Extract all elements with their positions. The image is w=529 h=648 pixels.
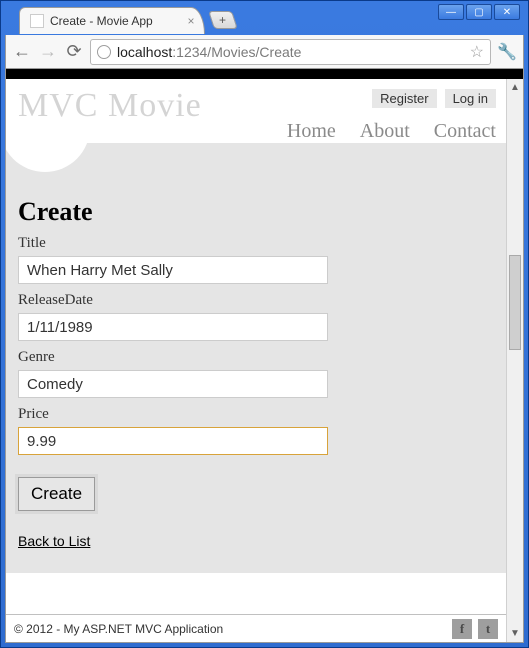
scroll-thumb[interactable] — [509, 255, 521, 350]
tab-title: Create - Movie App — [50, 14, 153, 28]
globe-icon — [97, 45, 111, 59]
create-button[interactable]: Create — [18, 477, 95, 511]
login-link[interactable]: Log in — [445, 89, 496, 108]
top-black-strip — [6, 69, 523, 79]
browser-toolbar: ← → ⟳ localhost:1234/Movies/Create ☆ 🔧 — [5, 35, 524, 69]
address-bar[interactable]: localhost:1234/Movies/Create ☆ — [90, 39, 491, 65]
scroll-down-icon[interactable]: ▼ — [507, 625, 523, 642]
label-price: Price — [18, 406, 494, 423]
input-title[interactable] — [18, 256, 328, 284]
label-genre: Genre — [18, 349, 494, 366]
tab-strip: Create - Movie App × + — [5, 7, 524, 35]
main-body: Create Title ReleaseDate Genre Price Cre… — [6, 143, 506, 573]
page-title: Create — [18, 197, 494, 227]
label-release: ReleaseDate — [18, 292, 494, 309]
auth-links: Register Log in — [372, 89, 496, 108]
back-icon[interactable]: ← — [12, 42, 32, 62]
register-link[interactable]: Register — [372, 89, 436, 108]
wrench-menu-icon[interactable]: 🔧 — [497, 42, 517, 62]
decorative-circle — [6, 117, 90, 172]
bookmark-star-icon[interactable]: ☆ — [470, 42, 484, 62]
nav-home[interactable]: Home — [287, 120, 336, 143]
forward-icon: → — [38, 42, 58, 62]
page-viewport: MVC Movie Register Log in Home About Con… — [5, 68, 524, 643]
social-icons: f t — [452, 619, 498, 639]
main-nav: Home About Contact — [287, 120, 496, 143]
browser-tab[interactable]: Create - Movie App × — [19, 7, 205, 34]
url-path: :1234/Movies/Create — [172, 44, 301, 60]
facebook-icon[interactable]: f — [452, 619, 472, 639]
back-to-list-link[interactable]: Back to List — [18, 533, 90, 549]
input-genre[interactable] — [18, 370, 328, 398]
page-content: MVC Movie Register Log in Home About Con… — [6, 79, 506, 642]
input-price[interactable] — [18, 427, 328, 455]
reload-icon[interactable]: ⟳ — [64, 42, 84, 62]
browser-window: — ▢ ✕ Create - Movie App × + ← → ⟳ local… — [0, 0, 529, 648]
twitter-icon[interactable]: t — [478, 619, 498, 639]
vertical-scrollbar[interactable]: ▲ ▼ — [506, 79, 523, 642]
close-tab-icon[interactable]: × — [184, 14, 198, 28]
nav-contact[interactable]: Contact — [434, 120, 496, 143]
new-tab-button[interactable]: + — [208, 11, 238, 29]
scroll-track[interactable] — [507, 96, 523, 625]
nav-about[interactable]: About — [360, 120, 410, 143]
footer-copyright: © 2012 - My ASP.NET MVC Application — [14, 622, 223, 636]
label-title: Title — [18, 235, 494, 252]
scroll-up-icon[interactable]: ▲ — [507, 79, 523, 96]
site-footer: © 2012 - My ASP.NET MVC Application f t — [6, 614, 506, 642]
input-release[interactable] — [18, 313, 328, 341]
url-host: localhost — [117, 44, 172, 60]
page-favicon-icon — [30, 14, 44, 28]
